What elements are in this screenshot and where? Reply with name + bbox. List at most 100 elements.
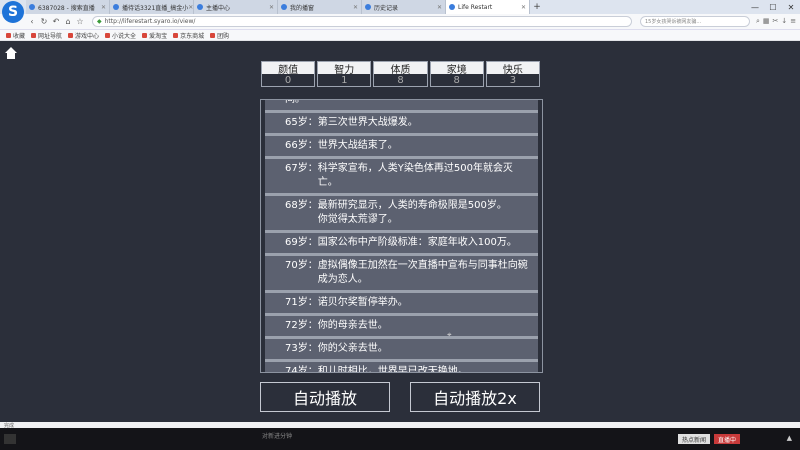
log-text-line-2: 你觉得太荒谬了。	[317, 214, 398, 225]
back-icon[interactable]: ‹	[26, 17, 38, 26]
bookmark-icon	[173, 32, 179, 38]
tab-label: 6387028 - 搜索直播	[38, 4, 95, 12]
browser-tab[interactable]: 我的播窗 ✕	[278, 0, 362, 14]
browser-tab[interactable]: 6387028 - 搜索直播 ✕	[26, 0, 110, 14]
grid-icon[interactable]: ▦	[763, 17, 770, 26]
log-text-line: 世界大战结束了。	[317, 140, 398, 151]
address-bar[interactable]: ◆ http://liferestart.syaro.io/view/	[92, 16, 632, 27]
bookmark-label: 小说大全	[112, 32, 137, 40]
log-item: 71岁： 诺贝尔奖暂停举办。	[265, 293, 538, 316]
taskbar-tray-icon[interactable]: ▲	[787, 434, 792, 442]
tab-label: Life Restart	[458, 3, 493, 11]
menu-icon[interactable]: ≡	[790, 17, 796, 26]
log-partial-text: 间。	[285, 99, 305, 105]
taskbar-app-icon[interactable]	[4, 434, 16, 444]
log-item: 65岁： 第三次世界大战爆发。	[265, 113, 538, 136]
bookmark-item[interactable]: 游戏中心	[68, 31, 99, 40]
log-text-line: 你的父亲去世。	[317, 343, 388, 354]
log-text-line: 国家公布中产阶级标准：家庭年收入100万。	[317, 237, 517, 248]
search-input[interactable]: 15岁女孩哭诉被网友骗...	[640, 16, 750, 27]
tab-list: 6387028 - 搜索直播 ✕ 播待话3321直播_搞金小 ✕ 主播中心 ✕ 我的播窗 ✕ 历…	[26, 0, 530, 14]
stat-value: 8	[397, 74, 404, 86]
tab-label: 历史记录	[374, 4, 399, 12]
close-window-icon[interactable]: ✕	[782, 0, 800, 14]
tab-favicon-icon	[365, 4, 371, 10]
tab-close-icon[interactable]: ✕	[521, 4, 526, 11]
taskbar-badge[interactable]: 直播中	[713, 434, 740, 444]
log-item: 69岁： 国家公布中产阶级标准：家庭年收入100万。	[265, 233, 538, 256]
log-text-line: 最新研究显示，人类的寿命极限是500岁。	[317, 200, 507, 211]
bookmark-item[interactable]: 京东商城	[173, 31, 204, 40]
game-page: 颜值 0 智力 1 体质 8 家境 8 快乐 3 间。 65岁： 第三次世界大战爆发。 66岁： 世界大…	[0, 41, 800, 422]
bookmark-label: 京东商城	[180, 32, 205, 40]
log-item-partial: 间。	[265, 99, 538, 113]
search-placeholder: 15岁女孩哭诉被网友骗...	[645, 19, 702, 25]
browser-tab[interactable]: Life Restart ✕	[446, 0, 530, 14]
auto-play-2x-button[interactable]: 自动播放2x	[410, 382, 540, 412]
undo-icon[interactable]: ↶	[50, 17, 62, 26]
bookmark-label: 游戏中心	[75, 32, 100, 40]
stat-label: 快乐	[486, 62, 540, 76]
taskbar-badge[interactable]: 热点新闻	[677, 434, 710, 444]
download-icon[interactable]: ↓	[781, 17, 787, 26]
tab-favicon-icon	[449, 4, 455, 10]
tab-label: 主播中心	[206, 4, 231, 12]
bookmark-item[interactable]: 收藏	[6, 31, 25, 40]
auto-play-button[interactable]: 自动播放	[260, 382, 390, 412]
bookmark-item[interactable]: 网址导航	[31, 31, 62, 40]
log-list: 间。 65岁： 第三次世界大战爆发。 66岁： 世界大战结束了。 67岁： 科学家宣布，人…	[265, 99, 538, 373]
browser-tab[interactable]: 主播中心 ✕	[194, 0, 278, 14]
stat-value: 8	[453, 74, 460, 86]
bookmark-item[interactable]: 小说大全	[105, 31, 136, 40]
minimize-icon[interactable]: —	[746, 0, 764, 14]
life-event-log[interactable]: 间。 65岁： 第三次世界大战爆发。 66岁： 世界大战结束了。 67岁： 科学家宣布，人…	[260, 99, 543, 373]
log-age: 65岁：	[285, 117, 318, 128]
tab-close-icon[interactable]: ✕	[188, 4, 193, 11]
log-age: 68岁：	[285, 200, 318, 211]
maximize-icon[interactable]: ☐	[764, 0, 782, 14]
browser-logo-icon[interactable]: S	[2, 1, 24, 23]
tab-close-icon[interactable]: ✕	[437, 4, 442, 11]
log-item: 70岁： 虚拟偶像王加然在一次直播中宣布与同事杜向碗成为恋人。	[265, 256, 538, 293]
star-icon[interactable]: ☆	[74, 17, 86, 26]
log-text-line: 和儿时相比，世界早已改天换地。	[317, 366, 468, 373]
tab-label: 播待话3321直播_搞金小	[122, 4, 189, 12]
log-text: 国家公布中产阶级标准：家庭年收入100万。	[318, 236, 530, 250]
scissors-icon[interactable]: ✂	[773, 17, 779, 26]
log-text-line: 科学家宣布，人类Y染色体再过500年就会灭亡。	[317, 163, 513, 188]
tab-close-icon[interactable]: ✕	[353, 4, 358, 11]
log-age: 73岁：	[285, 343, 318, 354]
bookmark-label: 网址导航	[38, 32, 63, 40]
new-tab-icon[interactable]: +	[530, 0, 544, 14]
tab-favicon-icon	[197, 4, 203, 10]
taskbar-text: 对新进分钟	[262, 433, 293, 440]
shield-icon: ◆	[97, 18, 102, 25]
stat-label: 体质	[374, 62, 427, 76]
browser-toolbar: ‹ ↻ ↶ ⌂ ☆ ◆ http://liferestart.syaro.io/…	[0, 14, 800, 30]
search-icon[interactable]: ⌕	[756, 17, 760, 26]
browser-tab-strip: 6387028 - 搜索直播 ✕ 播待话3321直播_搞金小 ✕ 主播中心 ✕ 我的播窗 ✕ 历…	[0, 0, 800, 14]
bookmark-icon	[210, 32, 216, 38]
log-age: 70岁：	[285, 260, 318, 271]
stat-value: 1	[341, 74, 348, 86]
refresh-icon[interactable]: ↻	[38, 17, 50, 26]
tab-close-icon[interactable]: ✕	[269, 4, 274, 11]
tab-favicon-icon	[113, 4, 119, 10]
log-text-line: 你的母亲去世。	[317, 320, 388, 331]
browser-tab[interactable]: 播待话3321直播_搞金小 ✕	[110, 0, 194, 14]
log-age: 66岁：	[285, 140, 318, 151]
log-item: 66岁： 世界大战结束了。	[265, 136, 538, 159]
log-text-line: 虚拟偶像王加然在一次直播中宣布与同事杜向碗成为恋人。	[317, 260, 528, 285]
tab-label: 我的播窗	[290, 4, 315, 12]
stat-label: 智力	[318, 62, 371, 76]
home-nav-icon[interactable]: ⌂	[62, 17, 74, 26]
home-icon[interactable]	[4, 46, 18, 60]
log-text: 和儿时相比，世界早已改天换地。	[317, 365, 530, 373]
bookmark-item[interactable]: 团购	[210, 31, 229, 40]
stats-bar: 颜值 0 智力 1 体质 8 家境 8 快乐 3	[261, 61, 541, 87]
tab-close-icon[interactable]: ✕	[101, 4, 106, 11]
bookmark-item[interactable]: 爱淘宝	[142, 31, 167, 40]
log-item: 72岁： 你的母亲去世。	[265, 316, 538, 339]
browser-tab[interactable]: 历史记录 ✕	[362, 0, 446, 14]
log-text: 最新研究显示，人类的寿命极限是500岁。 你觉得太荒谬了。	[318, 199, 530, 227]
